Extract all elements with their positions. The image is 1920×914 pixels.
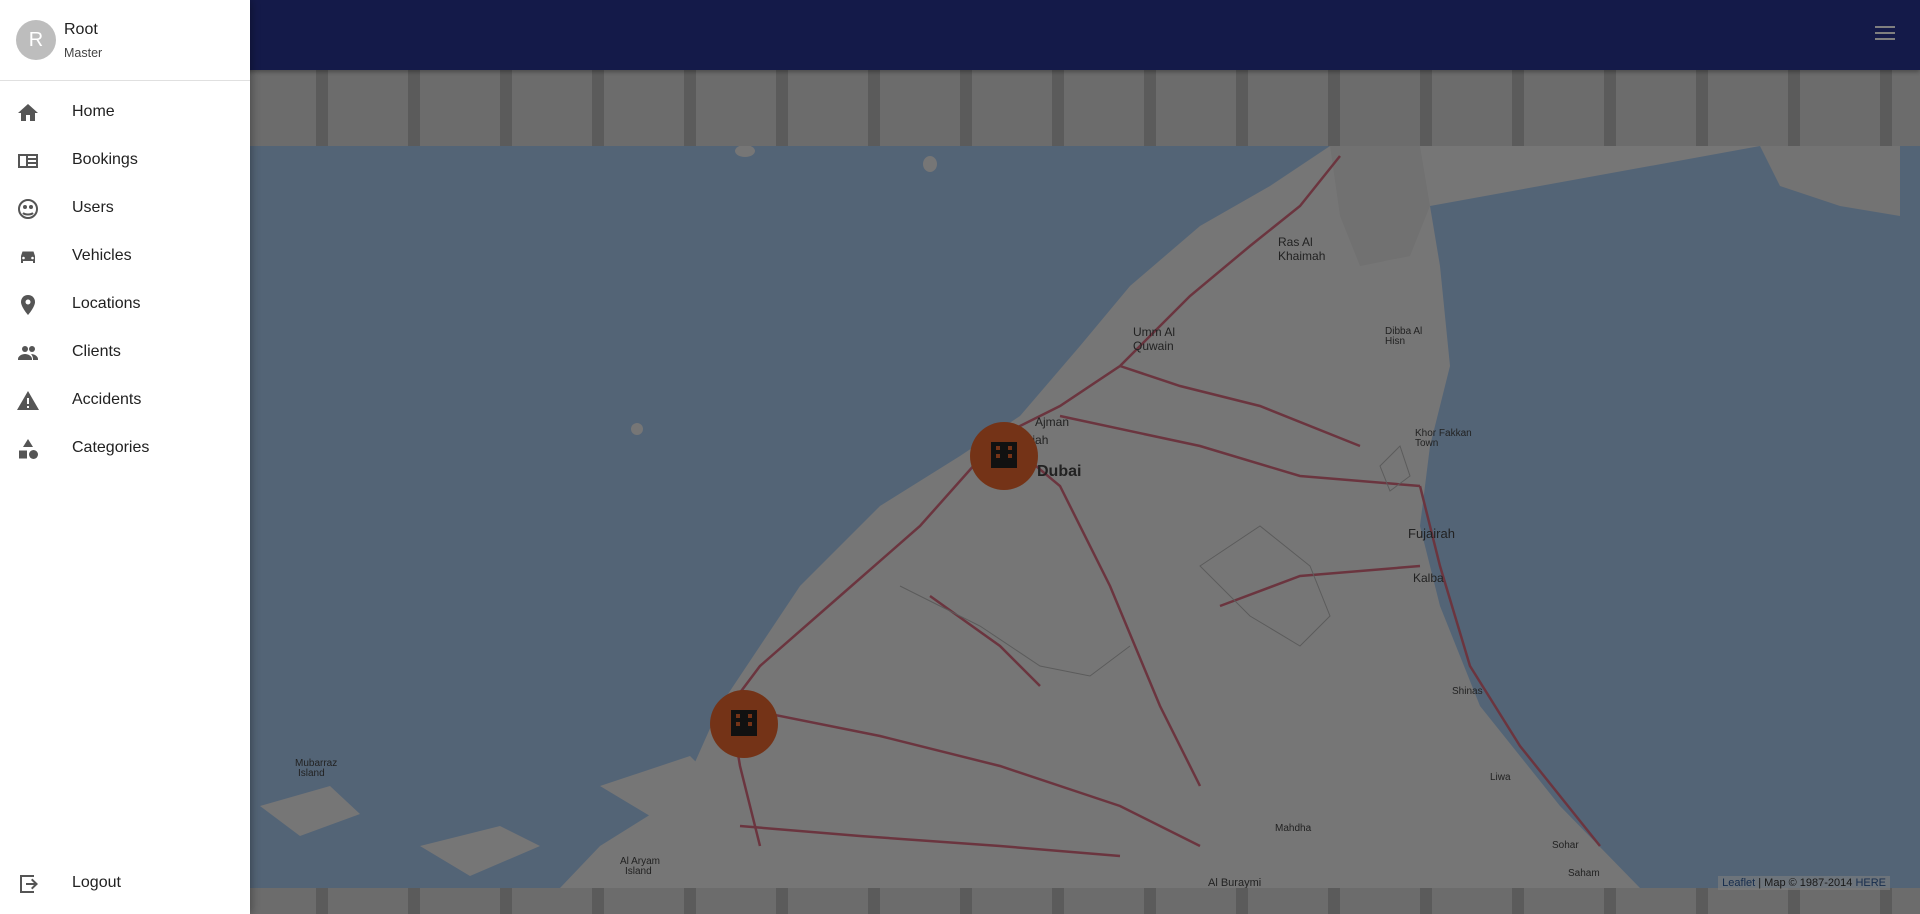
categories-icon [16, 437, 40, 461]
nav-item-vehicles[interactable]: Vehicles [0, 233, 250, 281]
nav-label: Home [72, 103, 115, 120]
nav-item-locations[interactable]: Locations [0, 281, 250, 329]
user-name: Root [64, 21, 98, 38]
users-icon [16, 197, 40, 221]
nav-label: Bookings [72, 151, 138, 168]
logout-label: Logout [72, 874, 121, 891]
nav-label: Accidents [72, 391, 142, 408]
warning-icon [16, 389, 40, 413]
bookings-icon [16, 149, 40, 173]
nav-label: Categories [72, 439, 150, 456]
navigation-drawer: R Root Master Home Bookings Users Vehicl… [0, 0, 250, 914]
nav-label: Clients [72, 343, 121, 360]
avatar: R [16, 20, 56, 60]
car-icon [16, 245, 40, 269]
people-icon [16, 341, 40, 365]
nav-item-home[interactable]: Home [0, 89, 250, 137]
nav-item-users[interactable]: Users [0, 185, 250, 233]
logout-button[interactable]: Logout [0, 860, 250, 908]
nav-list: Home Bookings Users Vehicles Locations C… [0, 89, 250, 473]
home-icon [16, 101, 40, 125]
nav-item-bookings[interactable]: Bookings [0, 137, 250, 185]
nav-label: Locations [72, 295, 141, 312]
nav-item-accidents[interactable]: Accidents [0, 377, 250, 425]
nav-item-categories[interactable]: Categories [0, 425, 250, 473]
location-pin-icon [16, 293, 40, 317]
nav-item-clients[interactable]: Clients [0, 329, 250, 377]
user-profile: R Root Master [0, 0, 250, 81]
drawer-backdrop[interactable] [0, 0, 1920, 914]
nav-label: Vehicles [72, 247, 132, 264]
user-role: Master [64, 46, 103, 60]
nav-label: Users [72, 199, 114, 216]
logout-icon [16, 872, 40, 896]
